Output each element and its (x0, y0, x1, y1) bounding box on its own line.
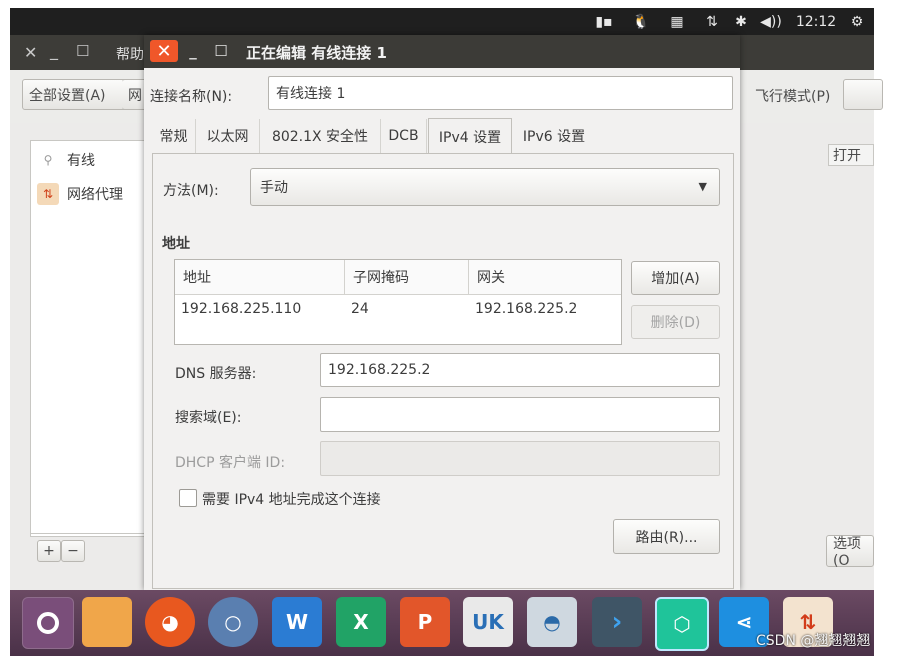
clock[interactable]: 12:12 (794, 12, 838, 31)
minimize-button[interactable]: _ (182, 40, 204, 62)
search-domains-label: 搜索域(E): (175, 410, 242, 426)
folder-icon[interactable] (82, 597, 132, 647)
bluetooth-icon[interactable]: ✱ (733, 12, 749, 31)
tab-ipv6-settings[interactable]: IPv6 设置 (512, 119, 596, 153)
wired-icon: ⚲ (43, 152, 53, 167)
ubuntu-icon[interactable] (22, 597, 74, 649)
chevron-down-icon: ▼ (698, 180, 707, 193)
connection-name-input[interactable]: 有线连接 1 (268, 76, 733, 110)
browser-icon[interactable]: ○ (208, 597, 258, 647)
cell-address[interactable]: 192.168.225.110 (175, 296, 345, 322)
close-icon[interactable]: ✕ (24, 43, 37, 62)
calendar-icon[interactable]: ▦ (666, 12, 688, 31)
watermark: CSDN @翘翘翘翘 (756, 633, 871, 649)
dhcp-client-id-label: DHCP 客户端 ID: (175, 455, 286, 471)
add-address-button[interactable]: 增加(A) (631, 261, 720, 295)
close-button[interactable]: ✕ (150, 40, 178, 62)
routes-button[interactable]: 路由(R)... (613, 519, 720, 554)
terminal-icon[interactable]: › (592, 597, 642, 647)
powerpoint-icon[interactable]: P (400, 597, 450, 647)
require-ipv4-label: 需要 IPv4 地址完成这个连接 (202, 492, 381, 508)
address-section-heading: 地址 (162, 236, 190, 252)
menu-help[interactable]: 帮助 (116, 44, 144, 64)
sidebar-item-label: 有线 (67, 152, 95, 169)
sidebar-item-proxy[interactable]: ⇅ 网络代理 (31, 177, 144, 210)
keyboard-icon[interactable]: ▮▪ (594, 12, 614, 31)
dns-servers-label: DNS 服务器: (175, 366, 257, 382)
maximize-icon[interactable]: ☐ (76, 42, 89, 60)
gateway-icon[interactable]: ⬡ (655, 597, 709, 651)
all-settings-button[interactable]: 全部设置(A) (22, 79, 134, 110)
tab-ipv4-settings[interactable]: IPv4 设置 (428, 118, 512, 154)
column-header-netmask[interactable]: 子网掩码 (345, 260, 469, 295)
column-header-gateway[interactable]: 网关 (469, 260, 621, 295)
delete-address-button[interactable]: 删除(D) (631, 305, 720, 339)
dialog-title: 正在编辑 有线连接 1 (246, 44, 387, 62)
require-ipv4-checkbox[interactable] (179, 489, 197, 507)
tab-general[interactable]: 常规 (152, 119, 196, 153)
excel-icon[interactable]: X (336, 597, 386, 647)
method-dropdown[interactable]: 手动 ▼ (250, 168, 720, 206)
method-value: 手动 (260, 180, 288, 196)
dhcp-client-id-input[interactable] (320, 441, 720, 476)
tux-icon[interactable]: 🐧 (630, 12, 652, 31)
search-domains-input[interactable] (320, 397, 720, 432)
open-toggle[interactable]: 打开 (828, 144, 874, 166)
dns-servers-input[interactable]: 192.168.225.2 (320, 353, 720, 387)
proxy-icon: ⇅ (37, 182, 59, 205)
tab-dcb[interactable]: DCB (381, 119, 427, 153)
column-header-address[interactable]: 地址 (175, 260, 345, 295)
network-sidebar: ⚲ 有线 ⇅ 网络代理 (30, 140, 145, 537)
connection-name-label: 连接名称(N): (150, 89, 233, 105)
gear-icon[interactable]: ⚙ (846, 12, 868, 31)
divider (31, 533, 144, 534)
edit-connection-dialog: ✕ _ ☐ 正在编辑 有线连接 1 连接名称(N): 有线连接 1 常规 以太网… (144, 35, 740, 590)
firefox-icon[interactable]: ◕ (145, 597, 195, 647)
network-arrows-icon[interactable]: ⇅ (701, 12, 723, 31)
word-icon[interactable]: W (272, 597, 322, 647)
sidebar-item-wired[interactable]: ⚲ 有线 (31, 143, 144, 176)
dialog-titlebar: ✕ _ ☐ 正在编辑 有线连接 1 (144, 35, 740, 68)
options-button[interactable]: 选项(O (826, 535, 874, 569)
uk-icon[interactable]: UK (463, 597, 513, 647)
airplane-mode-label: 飞行模式(P) (755, 89, 831, 105)
volume-icon[interactable]: ◀)) (758, 12, 784, 31)
installer-icon[interactable]: ◓ (527, 597, 577, 647)
launcher-dock: ◕ ○ W X P UK ◓ › ⬡ ⋖ ⇅ (10, 590, 874, 656)
maximize-button[interactable]: ☐ (210, 40, 232, 62)
top-panel: ▮▪ 🐧 ▦ ⇅ ✱ ◀)) 12:12 ⚙ (10, 8, 874, 35)
method-label: 方法(M): (163, 183, 219, 199)
tab-ethernet[interactable]: 以太网 (196, 119, 260, 153)
sidebar-item-label: 网络代理 (67, 186, 123, 203)
minimize-icon[interactable]: _ (50, 41, 58, 60)
address-table[interactable]: 地址 子网掩码 网关 192.168.225.110 24 192.168.22… (174, 259, 622, 345)
tab-8021x-security[interactable]: 802.1X 安全性 (260, 119, 381, 153)
cell-gateway[interactable]: 192.168.225.2 (469, 296, 621, 322)
airplane-mode-switch[interactable] (843, 79, 883, 110)
cell-netmask[interactable]: 24 (345, 296, 469, 322)
add-connection-button[interactable]: + (37, 540, 61, 562)
remove-connection-button[interactable]: − (61, 540, 85, 562)
